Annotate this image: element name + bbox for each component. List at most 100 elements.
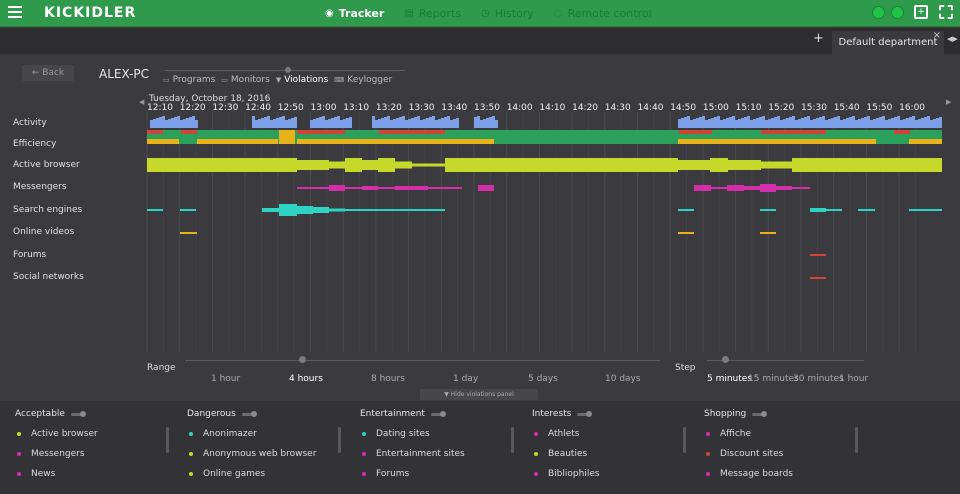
search-bar bbox=[329, 208, 345, 212]
activity-bar bbox=[174, 117, 177, 128]
violation-item[interactable]: Anonymous web browser bbox=[187, 449, 357, 459]
browser-bar bbox=[710, 158, 728, 172]
hide-panel-label: Hide violations panel bbox=[450, 391, 514, 398]
activity-bar bbox=[384, 117, 387, 128]
violation-item[interactable]: Forums bbox=[360, 469, 530, 479]
violation-item-label: Online games bbox=[203, 469, 266, 479]
range-option-4-hours[interactable]: 4 hours bbox=[289, 374, 323, 384]
group-title-entertainment: Entertainment bbox=[360, 409, 530, 419]
activity-bar bbox=[183, 119, 186, 128]
activity-bar bbox=[349, 117, 352, 128]
violation-item[interactable]: Bibliophiles bbox=[532, 469, 702, 479]
step-option-15-minutes[interactable]: 15 minutes bbox=[748, 374, 799, 384]
activity-bar bbox=[915, 120, 918, 128]
time-tick-label: 15:00 bbox=[703, 103, 729, 113]
activity-bar bbox=[771, 118, 774, 128]
activity-bar bbox=[402, 116, 405, 128]
violation-item[interactable]: Beauties bbox=[532, 449, 702, 459]
violation-item[interactable]: Affiche bbox=[704, 429, 874, 439]
step-label: Step bbox=[675, 363, 696, 373]
group-title-text: Shopping bbox=[704, 409, 747, 419]
activity-bar bbox=[375, 120, 378, 128]
messenger-bar bbox=[478, 185, 494, 191]
violation-item[interactable]: Anonimazer bbox=[187, 429, 357, 439]
video-bar bbox=[180, 232, 197, 234]
group-toggle[interactable] bbox=[752, 410, 768, 417]
activity-bar bbox=[270, 120, 273, 128]
group-scrollbar[interactable] bbox=[683, 427, 686, 453]
group-toggle[interactable] bbox=[577, 410, 593, 417]
step-slider-track[interactable] bbox=[707, 360, 864, 361]
activity-bar bbox=[405, 120, 408, 128]
activity-bar bbox=[924, 117, 927, 128]
activity-bar bbox=[195, 120, 198, 128]
activity-bar bbox=[316, 118, 319, 128]
activity-bar bbox=[189, 117, 192, 128]
group-scrollbar[interactable] bbox=[338, 427, 341, 453]
step-option-1-hour[interactable]: 1 hour bbox=[839, 374, 868, 384]
violation-item[interactable]: Messengers bbox=[15, 449, 185, 459]
group-title-text: Acceptable bbox=[15, 409, 65, 419]
activity-bar bbox=[741, 118, 744, 128]
violation-item[interactable]: Online games bbox=[187, 469, 357, 479]
efficiency-bar-red bbox=[894, 130, 910, 134]
range-option-5-days[interactable]: 5 days bbox=[528, 374, 558, 384]
messenger-bar bbox=[711, 187, 727, 189]
color-dot-icon bbox=[706, 432, 710, 436]
range-option-10-days[interactable]: 10 days bbox=[605, 374, 641, 384]
violation-group-entertainment: Entertainment Dating sites Entertainment… bbox=[360, 409, 530, 479]
range-option-1-hour[interactable]: 1 hour bbox=[211, 374, 240, 384]
range-option-8-hours[interactable]: 8 hours bbox=[371, 374, 405, 384]
activity-bar bbox=[786, 118, 789, 128]
step-option-30-minutes[interactable]: 30 minutes bbox=[793, 374, 844, 384]
activity-bar bbox=[186, 118, 189, 128]
step-option-5-minutes[interactable]: 5 minutes bbox=[707, 374, 752, 384]
group-toggle[interactable] bbox=[241, 410, 257, 417]
group-scrollbar[interactable] bbox=[511, 427, 514, 453]
activity-bar bbox=[396, 118, 399, 128]
activity-bar bbox=[474, 117, 477, 128]
range-slider-track[interactable] bbox=[185, 360, 660, 361]
step-slider-knob[interactable] bbox=[722, 356, 729, 363]
time-tick-label: 12:50 bbox=[278, 103, 304, 113]
range-slider-knob[interactable] bbox=[299, 356, 306, 363]
violation-item[interactable]: Active browser bbox=[15, 429, 185, 439]
activity-bar bbox=[882, 116, 885, 128]
activity-bar bbox=[708, 119, 711, 128]
time-tick-label: 15:40 bbox=[834, 103, 860, 113]
messenger-bar bbox=[428, 187, 462, 189]
activity-bar bbox=[495, 120, 498, 128]
violation-item[interactable]: Entertainment sites bbox=[360, 449, 530, 459]
group-scrollbar[interactable] bbox=[166, 427, 169, 453]
activity-bar bbox=[411, 118, 414, 128]
violation-item-label: Anonymous web browser bbox=[203, 449, 317, 459]
activity-bar bbox=[744, 117, 747, 128]
browser-bar bbox=[761, 161, 792, 169]
activity-bar bbox=[426, 118, 429, 128]
activity-bar bbox=[726, 118, 729, 128]
activity-bar bbox=[906, 118, 909, 128]
violation-group-dangerous: Dangerous Anonimazer Anonymous web brows… bbox=[187, 409, 357, 479]
violation-item[interactable]: Message boards bbox=[704, 469, 874, 479]
activity-bar bbox=[192, 116, 195, 128]
activity-bar bbox=[393, 119, 396, 128]
activity-bar bbox=[855, 120, 858, 128]
activity-bar bbox=[258, 119, 261, 128]
violation-item[interactable]: News bbox=[15, 469, 185, 479]
color-dot-icon bbox=[706, 452, 710, 456]
activity-bar bbox=[441, 118, 444, 128]
range-label: Range bbox=[147, 363, 176, 373]
hide-violations-panel-button[interactable]: ▼ Hide violations panel bbox=[420, 389, 538, 400]
violation-item[interactable]: Athlets bbox=[532, 429, 702, 439]
group-toggle[interactable] bbox=[430, 410, 446, 417]
efficiency-bar-red bbox=[379, 130, 445, 134]
group-scrollbar[interactable] bbox=[855, 427, 858, 453]
violation-item[interactable]: Discount sites bbox=[704, 449, 874, 459]
group-toggle[interactable] bbox=[70, 410, 86, 417]
messenger-bar bbox=[744, 186, 760, 190]
activity-bar bbox=[834, 117, 837, 128]
activity-bar bbox=[435, 120, 438, 128]
violation-item[interactable]: Dating sites bbox=[360, 429, 530, 439]
activity-bar bbox=[399, 117, 402, 128]
range-option-1-day[interactable]: 1 day bbox=[453, 374, 478, 384]
